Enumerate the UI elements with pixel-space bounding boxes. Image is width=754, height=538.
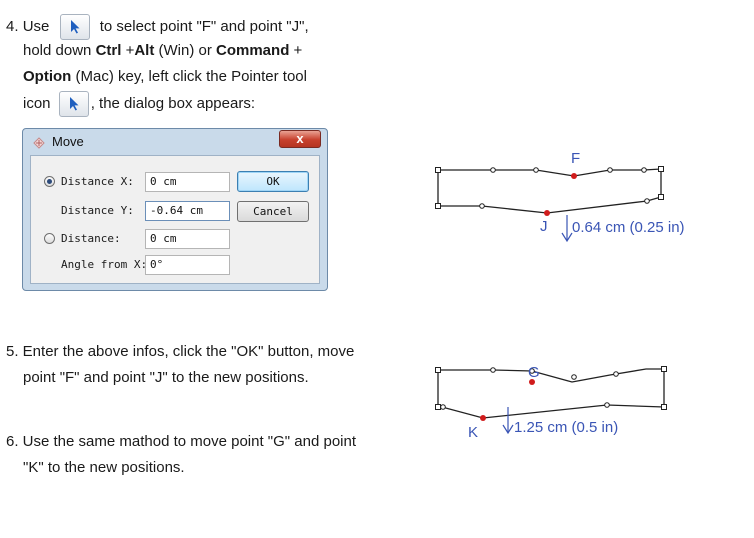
distance-y-label: Distance Y: <box>61 204 134 217</box>
step4-line4: icon , the dialog box appears: <box>23 91 255 117</box>
step4-text: icon <box>23 94 51 112</box>
point-k-marker <box>480 415 486 421</box>
curve-point <box>571 374 577 380</box>
distance-field[interactable]: 0 cm <box>145 229 230 249</box>
down-arrow-icon <box>502 407 514 435</box>
step6-line1: 6. Use the same mathod to move point "G"… <box>6 433 357 450</box>
cancel-button[interactable]: Cancel <box>237 201 309 222</box>
dialog-body: Distance X: 0 cm OK Distance Y: -0.64 cm… <box>30 155 320 284</box>
outline-bottom-edge <box>438 196 662 214</box>
command-key-label: Command <box>216 42 290 59</box>
figure-move-f-j: F J 0.64 cm (0.25 in) <box>435 150 685 243</box>
distance-radio[interactable] <box>44 233 55 244</box>
move-dialog: Move x Distance X: 0 cm OK Distance Y: -… <box>22 128 328 291</box>
ctrl-key-label: Ctrl <box>95 42 122 59</box>
step4-text: to select point "F" and point "J", <box>99 17 309 35</box>
step4-text: hold down <box>23 42 92 59</box>
pointer-arrow-icon <box>69 97 79 111</box>
offset-label: 0.64 cm (0.25 in) <box>572 219 685 236</box>
corner-point <box>661 404 667 410</box>
step-number: 4. <box>6 17 19 35</box>
step4-text: (Win) or <box>158 42 212 59</box>
step6-line2: "K" to the new positions. <box>23 459 185 476</box>
corner-point <box>658 166 664 172</box>
pointer-arrow-icon <box>70 20 80 34</box>
point-f-label: F <box>571 150 580 167</box>
app-icon <box>33 137 45 149</box>
distance-label: Distance: <box>61 232 121 245</box>
step4-line2: hold down Ctrl +Alt (Win) or Command + <box>23 41 302 61</box>
ok-button[interactable]: OK <box>237 171 309 192</box>
close-icon: x <box>296 131 304 146</box>
point-j-label: J <box>540 218 548 235</box>
step4-text: Use <box>22 17 50 35</box>
step5-line1: 5. Enter the above infos, click the "OK"… <box>6 343 355 360</box>
distance-xy-radio[interactable] <box>44 176 55 187</box>
corner-point <box>435 167 441 173</box>
step4-text: + <box>293 42 303 59</box>
offset-label: 1.25 cm (0.5 in) <box>514 419 618 436</box>
curve-point <box>533 167 539 173</box>
curve-point <box>479 203 485 209</box>
dialog-titlebar[interactable]: Move x <box>23 129 327 155</box>
distance-x-label: Distance X: <box>61 175 134 188</box>
dialog-title: Move <box>52 134 84 149</box>
outline-bottom-edge <box>438 404 665 419</box>
curve-point <box>613 371 619 377</box>
down-arrow-icon <box>561 215 573 243</box>
distance-y-field[interactable]: -0.64 cm <box>145 201 230 221</box>
pointer-tool-button[interactable] <box>59 14 90 40</box>
curve-point <box>644 198 650 204</box>
step4-text: , the dialog box appears: <box>90 94 255 112</box>
point-k-label: K <box>468 424 478 441</box>
outline-top-edge <box>438 168 662 177</box>
corner-point <box>435 203 441 209</box>
outline-top-edge <box>438 368 664 383</box>
angle-field[interactable]: 0° <box>145 255 230 275</box>
corner-point <box>435 404 441 410</box>
figure-move-g-k: G K 1.25 cm (0.5 in) <box>435 364 667 441</box>
curve-point <box>440 404 446 410</box>
corner-point <box>661 366 667 372</box>
alt-key-label: Alt <box>134 42 155 59</box>
point-g-label: G <box>528 364 540 381</box>
curve-point <box>607 167 613 173</box>
corner-point <box>658 194 664 200</box>
curve-point <box>604 402 610 408</box>
pointer-tool-button[interactable] <box>58 91 89 117</box>
step4-line3: Option (Mac) key, left click the Pointer… <box>23 67 307 87</box>
angle-label: Angle from X: <box>61 258 148 271</box>
curve-point <box>641 167 647 173</box>
option-key-label: Option <box>23 68 72 85</box>
step4-text: (Mac) key, left click the Pointer tool <box>75 68 307 85</box>
close-button[interactable]: x <box>279 130 321 148</box>
curve-point <box>490 167 496 173</box>
step4-line1: 4. Use to select point "F" and point "J"… <box>6 14 309 40</box>
distance-x-field[interactable]: 0 cm <box>145 172 230 192</box>
curve-point <box>490 367 496 373</box>
step5-line2: point "F" and point "J" to the new posit… <box>23 369 309 386</box>
corner-point <box>435 367 441 373</box>
point-j-marker <box>544 210 550 216</box>
point-f-marker <box>571 173 577 179</box>
